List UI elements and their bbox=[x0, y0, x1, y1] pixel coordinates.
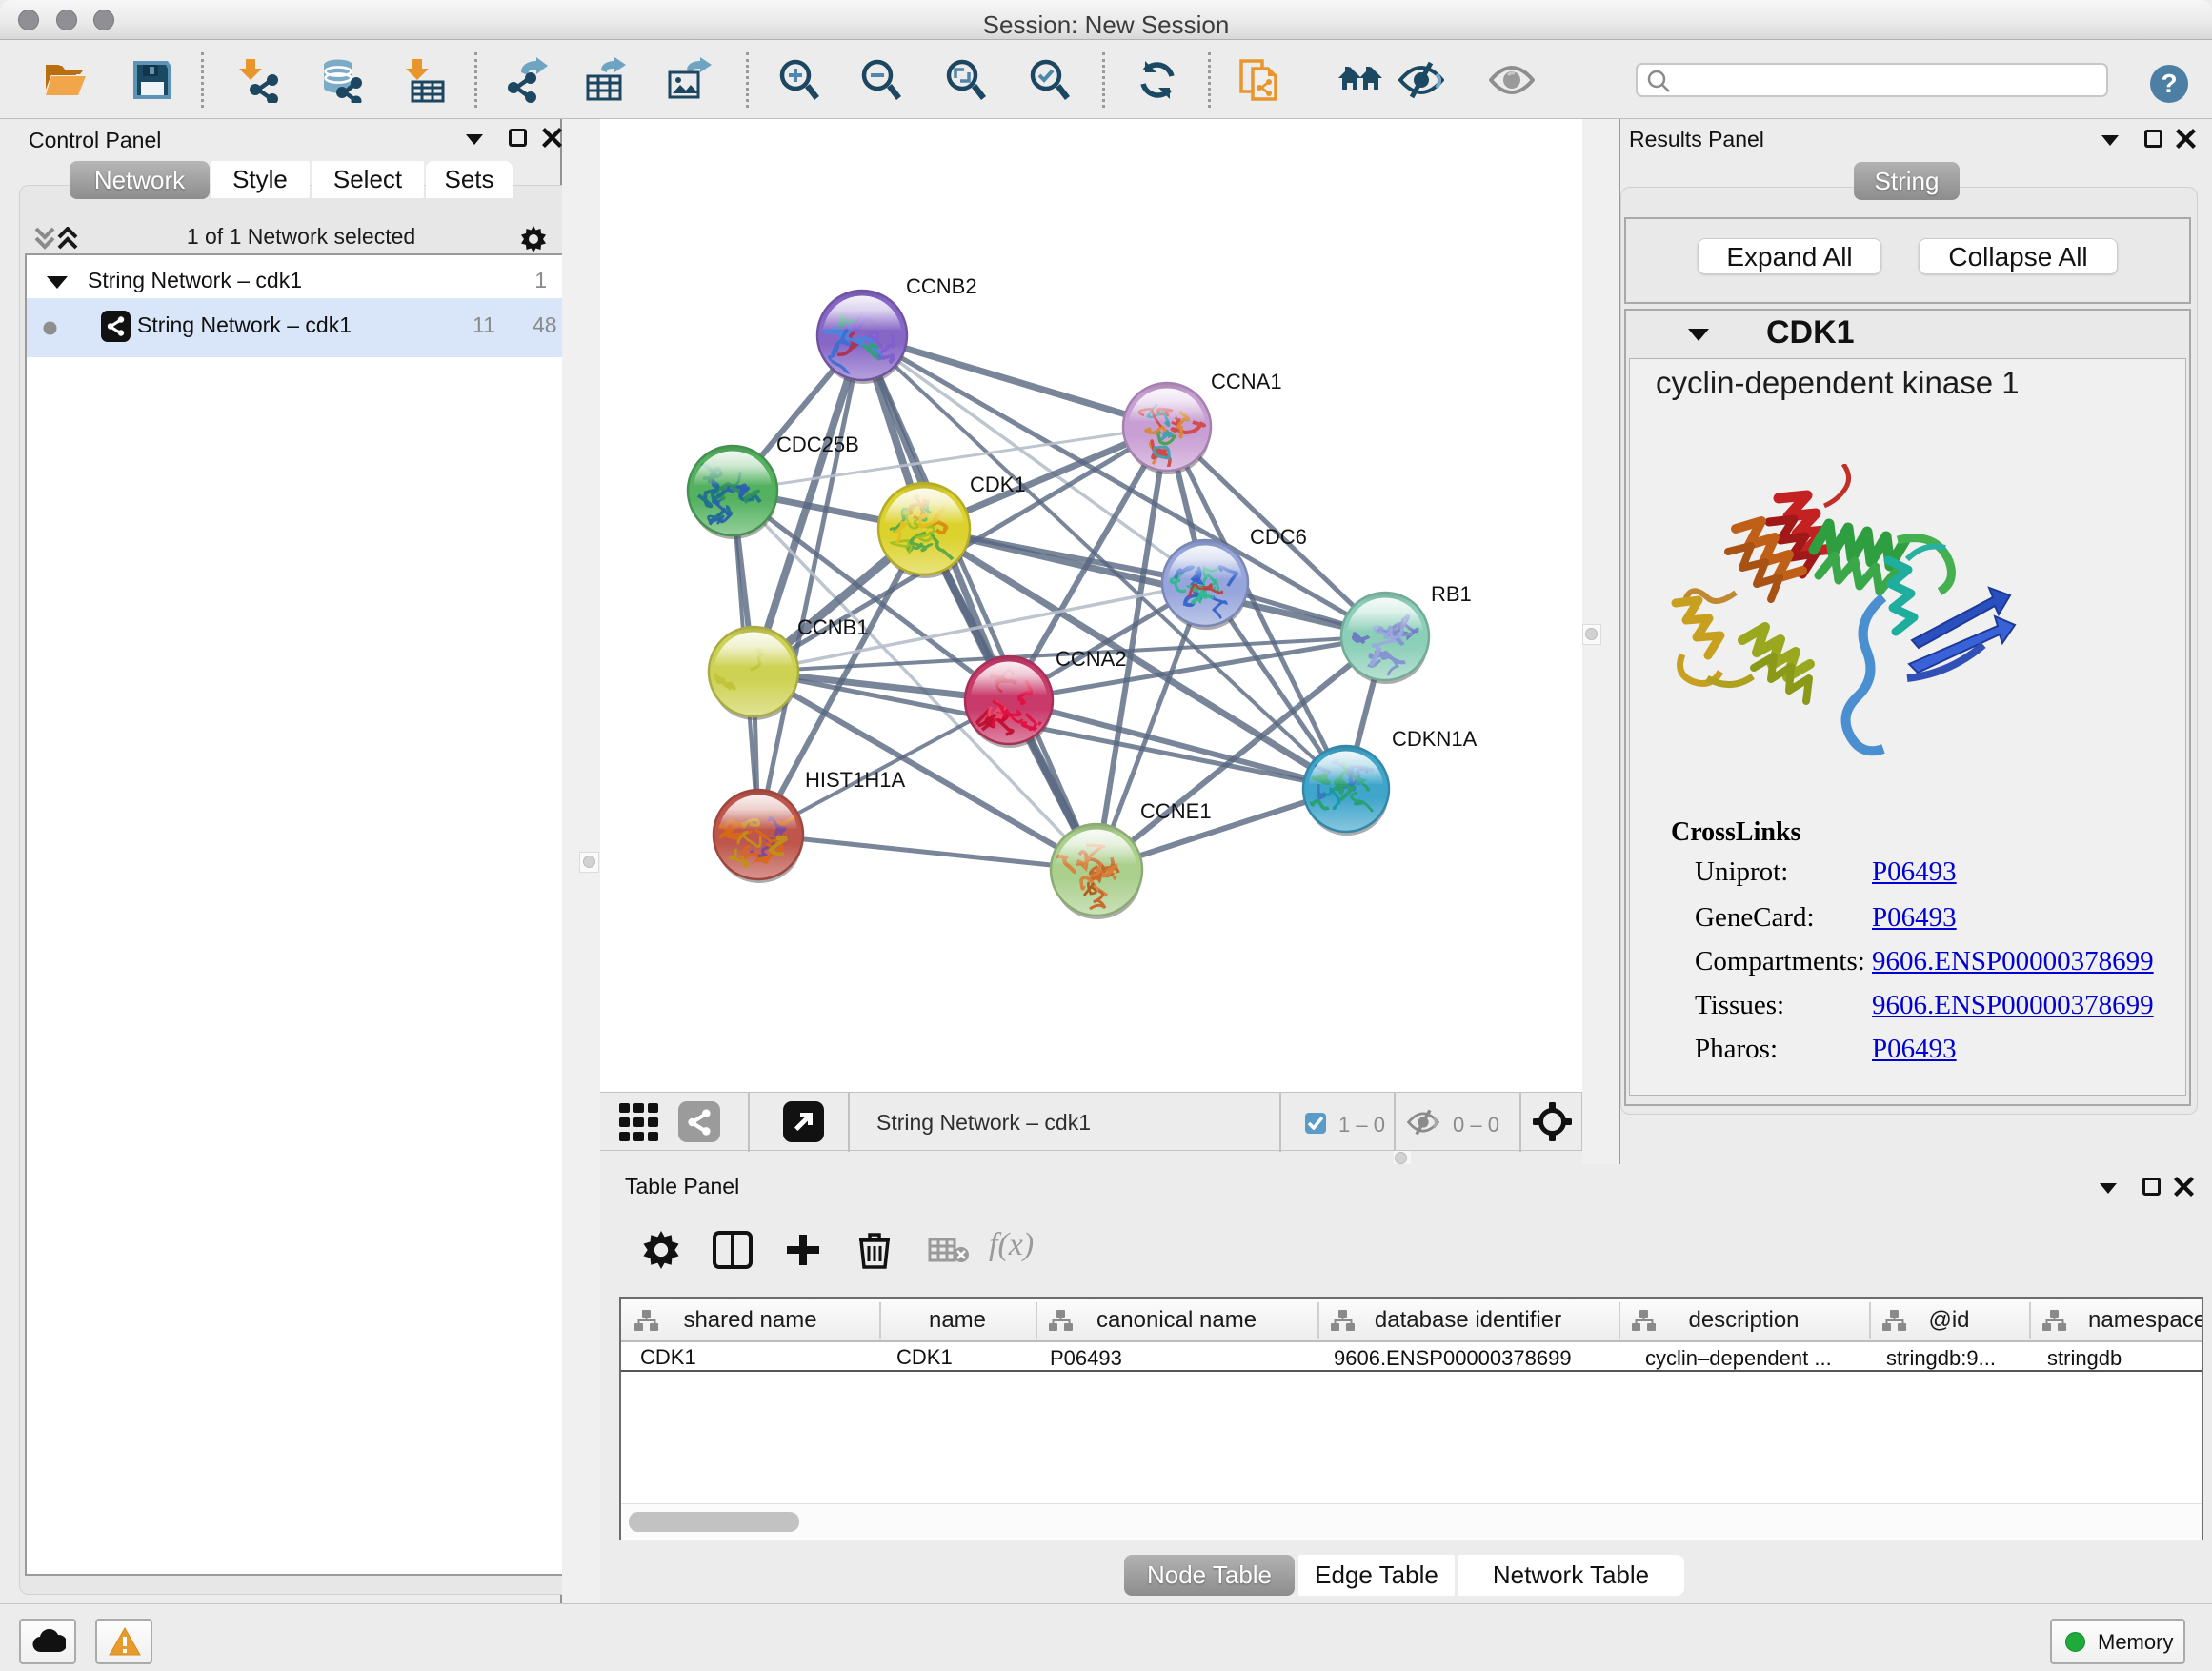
svg-text:CDKN1A: CDKN1A bbox=[1392, 727, 1478, 751]
svg-text:CCNA1: CCNA1 bbox=[1211, 370, 1282, 393]
svg-text:CCNE1: CCNE1 bbox=[1140, 799, 1212, 823]
svg-text:HIST1H1A: HIST1H1A bbox=[805, 768, 905, 792]
svg-text:CDK1: CDK1 bbox=[970, 473, 1026, 496]
svg-text:CCNB2: CCNB2 bbox=[906, 274, 977, 298]
svg-text:?: ? bbox=[2161, 69, 2177, 98]
svg-text:CDC25B: CDC25B bbox=[776, 433, 859, 456]
svg-text:CDC6: CDC6 bbox=[1250, 525, 1307, 549]
svg-text:RB1: RB1 bbox=[1431, 582, 1472, 606]
svg-text:CCNA2: CCNA2 bbox=[1056, 647, 1127, 671]
svg-text:CCNB1: CCNB1 bbox=[797, 615, 869, 639]
